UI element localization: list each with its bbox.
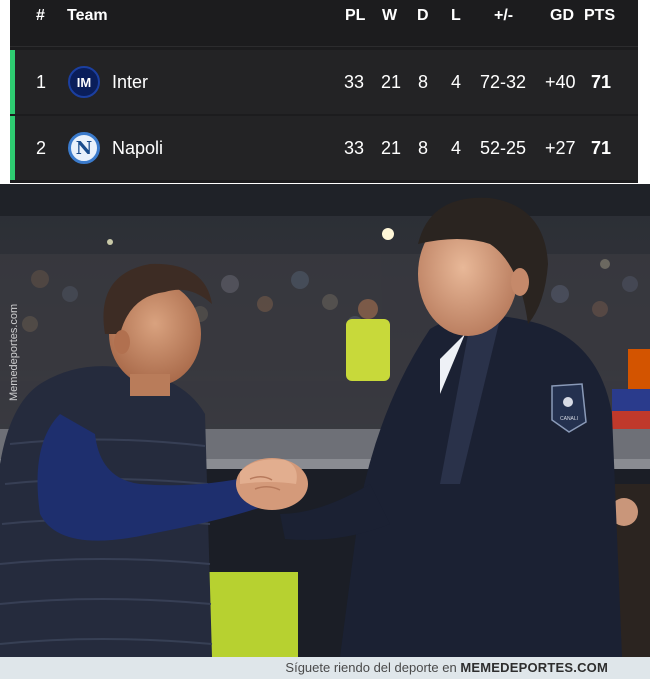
row-pl: 33: [344, 138, 365, 158]
footer-text: Síguete riendo del deporte en: [285, 660, 457, 675]
standings-table: # Team PL W D L +/- GD PTS 1 IM Inter 33…: [10, 0, 638, 183]
watermark-text: Memedeportes.com: [8, 303, 20, 401]
row-rank: 1: [36, 72, 47, 92]
header-rank: #: [36, 7, 45, 24]
row-pl: 33: [344, 72, 365, 92]
row-d: 8: [418, 72, 429, 92]
row-accent-bar: [10, 50, 15, 114]
row-d: 8: [418, 138, 429, 158]
footer-text-group: Síguete riendo del deporte en MEMEDEPORT…: [285, 660, 608, 675]
table-row[interactable]: 2 N Napoli 33 21 8 4 52-25 +27 71: [10, 116, 638, 180]
header-l: L: [451, 7, 461, 24]
napoli-crest-icon: N: [68, 132, 100, 164]
row-w: 21: [381, 138, 402, 158]
table-header: # Team PL W D L +/- GD PTS: [10, 0, 638, 40]
photo-illustration: CANALI: [0, 184, 650, 657]
row-pts: 71: [591, 72, 612, 92]
header-d: D: [417, 7, 429, 24]
coaches-handshake-photo: CANALI: [0, 184, 650, 657]
header-goals: +/-: [494, 7, 514, 24]
row-gd: +27: [545, 138, 576, 158]
row-l: 4: [451, 72, 462, 92]
row-w: 21: [381, 72, 402, 92]
row-goals: 52-25: [480, 138, 527, 158]
row-team: Napoli: [112, 138, 164, 158]
row-l: 4: [451, 138, 462, 158]
table-row[interactable]: 1 IM Inter 33 21 8 4 72-32 +40 71: [10, 50, 638, 114]
row-goals: 72-32: [480, 72, 527, 92]
watermark: Memedeportes.com: [8, 286, 22, 401]
inter-crest-icon: IM: [68, 66, 100, 98]
header-pts: PTS: [584, 7, 616, 24]
footer-brand-link[interactable]: MEMEDEPORTES.COM: [460, 660, 608, 675]
row-accent-bar: [10, 116, 15, 180]
header-team: Team: [67, 7, 108, 24]
header-gd: GD: [550, 7, 574, 24]
row-pts: 71: [591, 138, 612, 158]
footer-bar: Síguete riendo del deporte en MEMEDEPORT…: [0, 657, 650, 679]
header-w: W: [382, 7, 398, 24]
header-pl: PL: [345, 7, 366, 24]
row-gd: +40: [545, 72, 576, 92]
row-team: Inter: [112, 72, 149, 92]
row-rank: 2: [36, 138, 47, 158]
header-divider: [10, 46, 638, 47]
sleeve-badge-text: CANALI: [560, 416, 578, 422]
